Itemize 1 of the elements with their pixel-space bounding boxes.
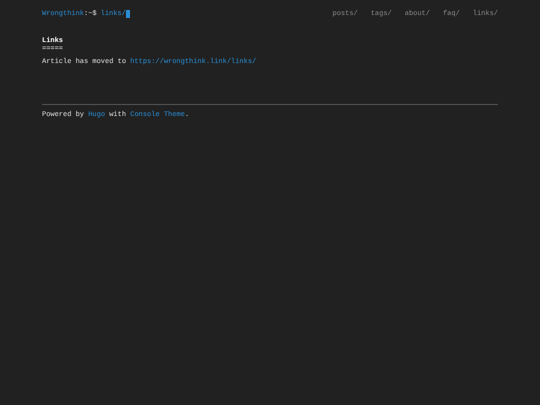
cursor-block: [126, 10, 130, 18]
